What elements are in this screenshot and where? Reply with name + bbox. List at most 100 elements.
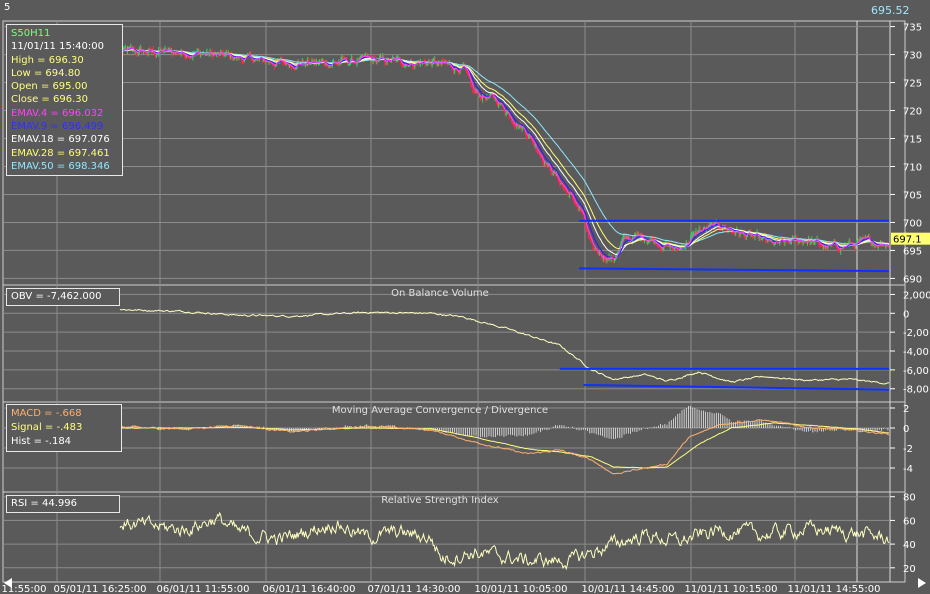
candle-body bbox=[772, 243, 774, 245]
candle-body bbox=[515, 126, 517, 128]
candle-body bbox=[248, 53, 250, 55]
candle-body bbox=[474, 91, 476, 93]
candle-body bbox=[480, 97, 483, 100]
candle-body bbox=[521, 127, 523, 129]
price-tick-label: 690 bbox=[903, 274, 922, 285]
candle-body bbox=[188, 57, 190, 58]
obv-tick-label: -6,00 bbox=[903, 366, 929, 377]
candle-body bbox=[597, 252, 599, 256]
ema18-line bbox=[119, 48, 890, 256]
rsi-tick-label: 40 bbox=[903, 540, 916, 551]
candle-body bbox=[294, 69, 296, 71]
candle-body bbox=[552, 172, 554, 175]
x-tick-label: 07/01/11 14:30:00 bbox=[367, 584, 460, 594]
candle-body bbox=[538, 153, 540, 155]
candle-body bbox=[333, 61, 336, 63]
rsi-value-label: RSI = 44.996 bbox=[11, 498, 77, 509]
candle-body bbox=[643, 240, 646, 241]
x-tick-label: 11/01/11 14:55:00 bbox=[787, 584, 880, 594]
candle-body bbox=[242, 61, 244, 63]
candle-body bbox=[589, 236, 591, 239]
low-label: Low = 694.80 bbox=[11, 67, 81, 79]
candle-body bbox=[711, 222, 713, 224]
candle-body bbox=[594, 248, 596, 250]
ema28-label: EMAV.28 = 697.461 bbox=[11, 147, 110, 159]
candle-body bbox=[739, 233, 741, 235]
candle-body bbox=[155, 54, 158, 56]
candle-body bbox=[551, 172, 553, 175]
candle-body bbox=[407, 66, 410, 68]
ema18-label: EMAV.18 = 697.076 bbox=[11, 134, 110, 146]
candle-body bbox=[693, 231, 695, 234]
candle-body bbox=[154, 54, 156, 56]
open-label: Open = 695.00 bbox=[11, 81, 88, 93]
obv-tick-label: 0 bbox=[903, 309, 909, 320]
scroll-right-icon bbox=[918, 578, 926, 588]
macd-tick-label: 2 bbox=[903, 404, 909, 415]
candle-body bbox=[839, 250, 841, 252]
price-tick-label: 700 bbox=[903, 218, 922, 229]
candle-body bbox=[452, 70, 455, 72]
candle-body bbox=[199, 53, 202, 55]
candle-body bbox=[526, 136, 529, 139]
price-tick-label: 735 bbox=[903, 23, 922, 34]
candle-body bbox=[577, 207, 579, 209]
price-info-box: S50H11 11/01/11 15:40:00 High = 696.30 L… bbox=[6, 24, 123, 177]
x-tick-label: 06/01/11 11:55:00 bbox=[156, 584, 249, 594]
candle-body bbox=[328, 65, 330, 68]
window-corner-label: 5 bbox=[4, 2, 11, 13]
macd-tick-label: -2 bbox=[903, 444, 913, 455]
candle-body bbox=[342, 57, 344, 59]
candle-body bbox=[888, 246, 890, 248]
candle-body bbox=[223, 55, 225, 57]
candle-body bbox=[184, 55, 187, 57]
candle-body bbox=[506, 112, 508, 114]
macd-info-box: MACD = -.668 Signal = -.483 Hist = -.184 bbox=[6, 404, 122, 452]
candle-body bbox=[593, 248, 595, 249]
candle-body bbox=[567, 194, 569, 196]
rsi-panel-title: Relative Strength Index bbox=[381, 495, 499, 506]
price-tick-label: 725 bbox=[903, 79, 922, 90]
candle-body bbox=[821, 246, 824, 248]
candle-body bbox=[692, 233, 694, 236]
candle-body bbox=[208, 54, 210, 56]
macd-tick-label: -4 bbox=[903, 464, 913, 475]
rsi-info-box: RSI = 44.996 bbox=[6, 495, 120, 513]
obv-tick-label: -8,00 bbox=[903, 385, 929, 396]
candle-body bbox=[543, 161, 545, 165]
symbol-label: S50H11 bbox=[11, 28, 51, 39]
stock-chart[interactable]: 11:55:00 05/01/11 16:25:00 06/01/11 11:55:… bbox=[0, 0, 930, 594]
candle-body bbox=[647, 241, 649, 243]
x-tick-label: 05/01/11 16:25:00 bbox=[53, 584, 146, 594]
obv-line bbox=[119, 308, 890, 385]
trend-line-1 bbox=[579, 267, 890, 273]
candle-body bbox=[587, 230, 589, 233]
candle-body bbox=[496, 102, 499, 107]
current-price-tag-label: 697.1 bbox=[893, 235, 922, 246]
candle-body bbox=[458, 72, 460, 74]
obv-value-label: OBV = -7,462.000 bbox=[11, 291, 102, 302]
ema4-label: EMAV.4 = 696.032 bbox=[11, 107, 104, 119]
candle-body bbox=[327, 65, 329, 68]
candle-body bbox=[212, 54, 214, 57]
macd-panel-title: Moving Average Convergence / Divergence bbox=[332, 405, 548, 416]
candle-body bbox=[426, 64, 428, 66]
price-tick-label: 715 bbox=[903, 135, 922, 146]
candle-body bbox=[149, 48, 151, 50]
candle-body bbox=[473, 90, 475, 92]
rsi-tick-label: 80 bbox=[903, 493, 916, 504]
candle-body bbox=[518, 126, 520, 128]
candle-body bbox=[471, 84, 473, 86]
macd-tick-label: 0 bbox=[903, 424, 909, 435]
signal-line bbox=[119, 422, 889, 469]
price-tick-label: 695 bbox=[903, 246, 922, 257]
candle-body bbox=[347, 63, 350, 65]
candle-body bbox=[602, 257, 604, 260]
last-price-label: 695.52 bbox=[871, 4, 910, 17]
ema50-label: EMAV.50 = 698.346 bbox=[11, 160, 110, 172]
macd-value-label: MACD = -.668 bbox=[11, 408, 82, 419]
candle-body bbox=[745, 236, 747, 238]
candle-body bbox=[402, 65, 404, 67]
candle-body bbox=[797, 241, 799, 243]
candle-body bbox=[760, 239, 762, 240]
